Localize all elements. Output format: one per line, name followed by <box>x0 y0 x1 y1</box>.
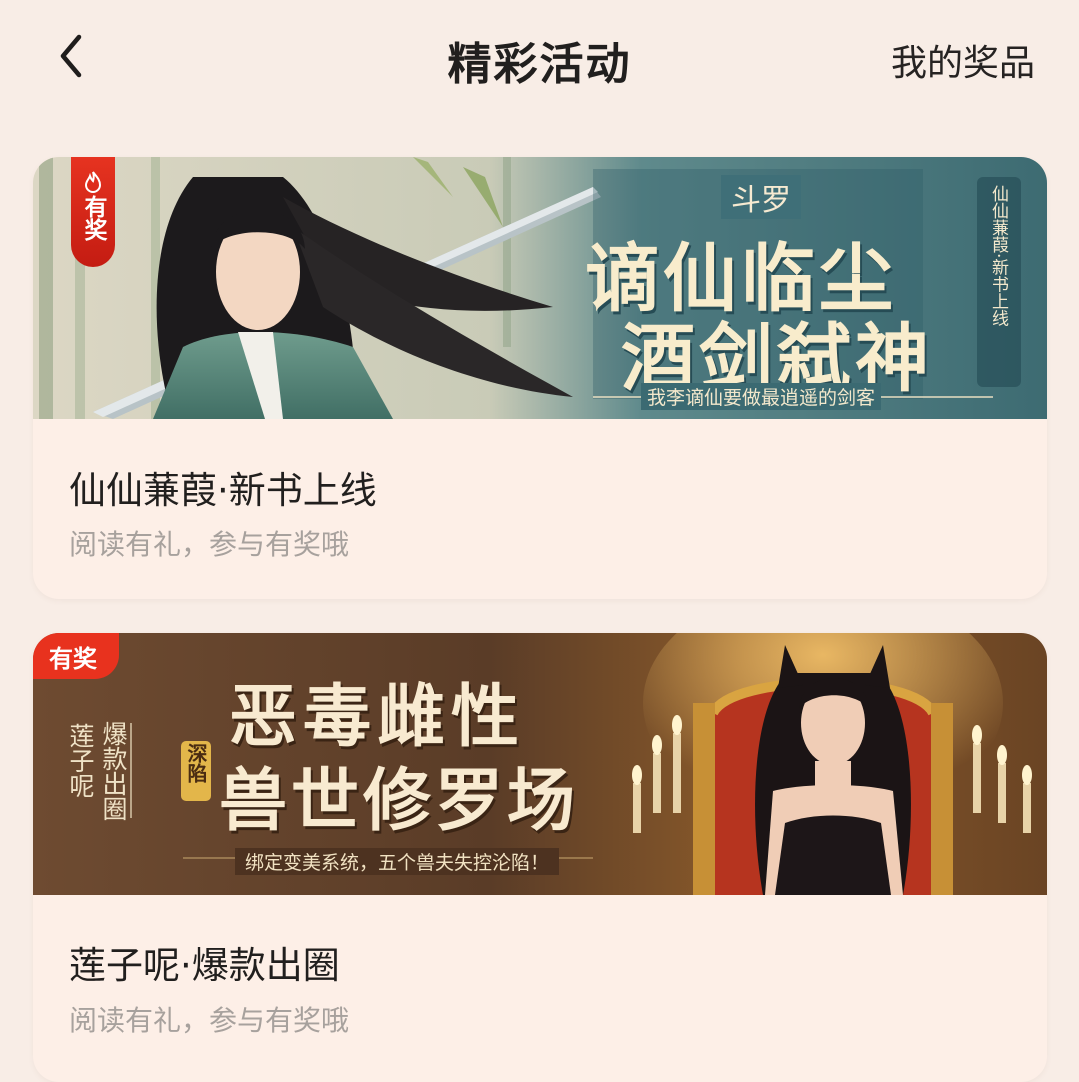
flame-icon <box>84 171 102 193</box>
activity-title: 仙仙蒹葭·新书上线 <box>69 469 377 512</box>
prize-badge: 有奖 <box>71 157 115 267</box>
banner-author: 莲子呢 <box>66 723 95 798</box>
banner-tagline: 我李谪仙要做最逍遥的剑客 <box>641 383 882 410</box>
banner-side-tag: 爆款出圈 <box>99 721 128 821</box>
activity-subtitle: 阅读有礼，参与有奖哦 <box>69 528 350 561</box>
activity-banner-2[interactable]: 莲子呢 爆款出圈 恶毒雌性 深陷 兽世修罗场 绑定变美系统，五个兽夫失控沦陷！ … <box>33 633 1047 895</box>
my-prizes-link[interactable]: 我的奖品 <box>891 34 1035 86</box>
activity-title: 莲子呢·爆款出圈 <box>69 944 340 987</box>
prize-badge-label: 有奖 <box>80 195 106 241</box>
activity-subtitle: 阅读有礼，参与有奖哦 <box>69 1004 350 1037</box>
activity-banner-1[interactable]: 斗罗 谪仙临尘 酒剑弑神 我李谪仙要做最逍遥的剑客 仙仙蒹葭·新书上线 有奖 <box>33 157 1047 419</box>
activity-card-2[interactable]: 莲子呢 爆款出圈 恶毒雌性 深陷 兽世修罗场 绑定变美系统，五个兽夫失控沦陷！ … <box>33 633 1047 1082</box>
banner-small-tag: 深陷 <box>184 743 208 783</box>
banner-side-text: 仙仙蒹葭·新书上线 <box>988 185 1008 327</box>
prize-badge: 有奖 <box>33 633 119 679</box>
banner-tagline: 绑定变美系统，五个兽夫失控沦陷！ <box>235 848 560 875</box>
banner-headline-2: 兽世修罗场 <box>219 761 580 841</box>
activity-card-1[interactable]: 斗罗 谪仙临尘 酒剑弑神 我李谪仙要做最逍遥的剑客 仙仙蒹葭·新书上线 有奖 仙… <box>33 157 1047 599</box>
banner-series-label: 斗罗 <box>721 175 801 219</box>
top-bar: 精彩活动 我的奖品 <box>0 0 1079 115</box>
